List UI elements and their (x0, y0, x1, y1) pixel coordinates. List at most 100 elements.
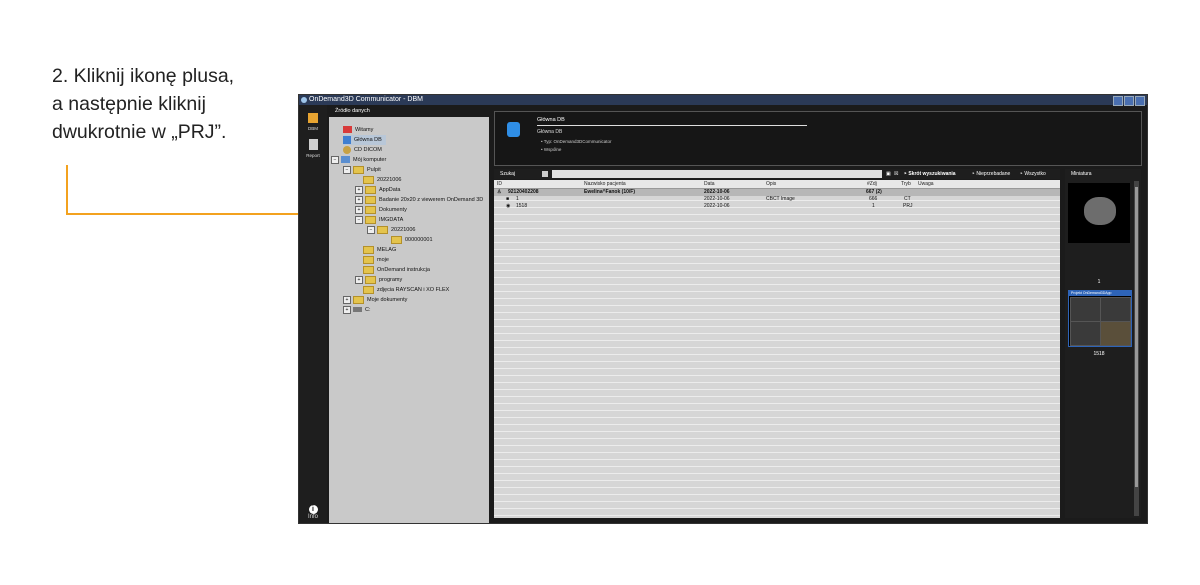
tree-item-badanie[interactable]: + Badanie 20x20 z viewerem OnDemand 3D (355, 195, 483, 205)
nav-dbm[interactable]: DBM (299, 113, 327, 131)
series-icon: ■ (506, 196, 510, 202)
folder-icon (363, 285, 374, 294)
collapse-icon[interactable]: − (343, 165, 351, 174)
collapse-icon[interactable]: − (367, 225, 375, 234)
info-icon: i (308, 505, 318, 514)
app-icon (301, 97, 307, 103)
welcome-icon (343, 126, 352, 134)
left-nav: DBM Report i Info (299, 105, 327, 523)
column-patient-name[interactable]: Nazwisko pacjenta (584, 180, 626, 188)
folder-icon (365, 275, 376, 284)
folder-icon (363, 245, 374, 254)
tree-item-my-computer[interactable]: − Mój komputer (331, 155, 386, 165)
column-id[interactable]: ID (497, 180, 502, 188)
nav-dbm-label: DBM (308, 126, 318, 131)
column-mode[interactable]: Tryb (901, 180, 911, 188)
quick-search-button[interactable]: ‣ Skrót wyszukiwania (904, 169, 956, 179)
folder-icon (363, 255, 374, 264)
tree-item-dokumenty[interactable]: + Dokumenty (355, 205, 407, 215)
minimize-icon[interactable] (1113, 96, 1123, 106)
thumbnail-label: 1518 (1093, 351, 1105, 357)
tree-item-imgdata[interactable]: − IMGDATA (355, 215, 403, 225)
folder-icon (391, 235, 402, 244)
drive-icon (353, 307, 362, 313)
database-icon (343, 135, 351, 144)
project-view-axial (1070, 297, 1101, 322)
thumbnail-project[interactable]: Projekt OnDemand3DApp (1068, 290, 1132, 347)
search-label: Szukaj (500, 171, 516, 177)
tree-item-imgdata-date[interactable]: −20221006 (367, 225, 415, 235)
app-window: OnDemand3D Communicator - DBM DBM Report… (298, 94, 1148, 524)
expand-icon[interactable]: + (355, 195, 363, 204)
expand-icon[interactable]: + (343, 295, 351, 304)
nav-info[interactable]: i Info (299, 505, 327, 520)
nav-info-label: Info (307, 514, 318, 520)
tree-item-moje[interactable]: moje (363, 255, 389, 265)
tree-item-cd-dicom[interactable]: CD DICOM (343, 145, 382, 155)
project-view-3d (1100, 321, 1131, 346)
folder-icon (365, 215, 376, 224)
tree-item-melag[interactable]: MELAG (363, 245, 396, 255)
maximize-icon[interactable] (1124, 96, 1134, 106)
expand-icon[interactable]: + (355, 275, 363, 284)
scroll-thumb[interactable] (1135, 187, 1138, 487)
column-note[interactable]: Uwaga (918, 180, 934, 188)
expand-icon[interactable]: + (355, 205, 363, 214)
table-row[interactable]: ♙ 92120402208 Ewelina^Fanok (10/F) 2022-… (494, 189, 1060, 196)
close-icon[interactable] (1135, 96, 1145, 106)
collapse-icon[interactable]: − (331, 155, 339, 164)
column-description[interactable]: Opis (766, 180, 776, 188)
tree-item-programy[interactable]: + programy (355, 275, 402, 285)
folder-icon (365, 195, 376, 204)
nav-report-label: Report (306, 153, 320, 158)
collapse-icon[interactable]: − (355, 215, 363, 224)
thumbnail-panel: Miniatura 1 Projekt OnDemand3DApp 1518 (1065, 169, 1141, 518)
data-source-tree: Źródło danych Witamy Główna DB CD DICOM … (329, 105, 489, 523)
tree-item-folder[interactable]: 20221006 (363, 175, 401, 185)
thumbnail-scrollbar[interactable] (1134, 181, 1139, 516)
db-type: • Typ: OnDemand3DCommunicator (541, 139, 612, 144)
tree-item-main-db[interactable]: Główna DB (343, 135, 386, 145)
expand-icon[interactable]: + (355, 185, 363, 194)
table-row[interactable]: ◉ 1518 2022-10-06 1 PRJ (494, 203, 1060, 210)
thumbnail-ct[interactable] (1068, 183, 1130, 243)
scan-image (1084, 197, 1116, 225)
db-info-panel: Główna DB Główna DB • Typ: OnDemand3DCom… (494, 111, 1142, 166)
db-panel-subtitle: Główna DB (537, 129, 563, 135)
tree-item-zdjecia[interactable]: zdjęcia RAYSCAN i XO FLEX (363, 285, 449, 295)
filter-icon[interactable]: ▣ (886, 169, 891, 179)
search-options-button[interactable] (542, 171, 548, 177)
cd-icon (343, 145, 351, 154)
clear-filter-icon[interactable]: ☒ (894, 169, 898, 179)
column-images[interactable]: #Zdj (867, 180, 877, 188)
window-controls (1113, 96, 1145, 106)
unread-filter-button[interactable]: ‣ Nieprzebadane (972, 169, 1010, 179)
table-row[interactable]: ■ 1 2022-10-06 CBCT Image 666 CT (494, 196, 1060, 203)
all-filter-button[interactable]: ‣ Wszystko (1020, 169, 1046, 179)
nav-report[interactable]: Report (299, 139, 327, 158)
database-icon (507, 122, 520, 137)
computer-icon (341, 156, 350, 164)
tree-item-ondemand-instrukcja[interactable]: OnDemand instrukcja (363, 265, 430, 275)
search-input[interactable] (552, 170, 882, 178)
title-bar: OnDemand3D Communicator - DBM (299, 95, 1147, 106)
tree-item-witamy[interactable]: Witamy (343, 125, 373, 135)
folder-icon (363, 265, 374, 274)
folder-icon (353, 165, 364, 174)
window-title: OnDemand3D Communicator - DBM (309, 96, 423, 103)
report-icon (308, 139, 318, 150)
column-date[interactable]: Data (704, 180, 715, 188)
tree-item-appdata[interactable]: + AppData (355, 185, 400, 195)
folder-icon (353, 295, 364, 304)
folder-icon (363, 175, 374, 184)
expand-icon[interactable]: + (343, 305, 351, 314)
divider (537, 125, 807, 126)
tree-item-pulpit[interactable]: − Pulpit (343, 165, 381, 175)
thumbnail-header: Miniatura (1071, 171, 1092, 177)
tree-item-moje-dokumenty[interactable]: + Moje dokumenty (343, 295, 407, 305)
tree-item-000000001[interactable]: 000000001 (391, 235, 433, 245)
folder-icon (365, 205, 376, 214)
tree-item-drive-c[interactable]: + C: (343, 305, 371, 315)
db-shared: • Wspólne (541, 147, 562, 152)
db-panel-title: Główna DB (537, 117, 565, 123)
